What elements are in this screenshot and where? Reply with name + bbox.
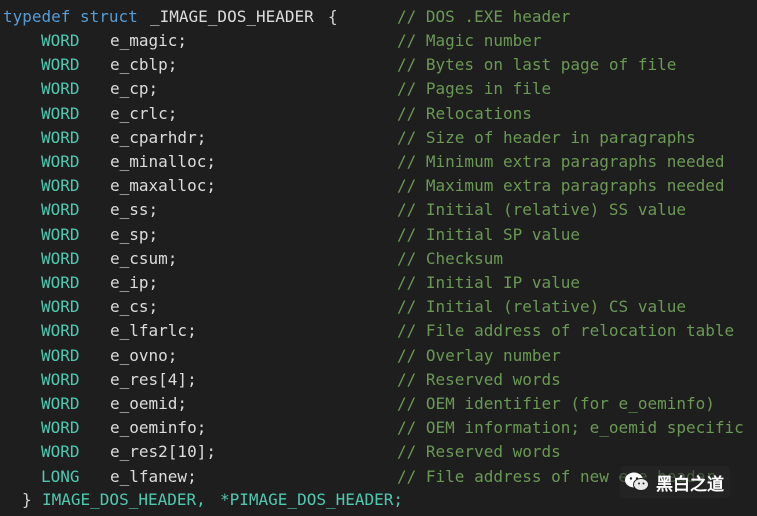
field-type: WORD — [41, 273, 80, 292]
field-comment: // Reserved words — [397, 369, 561, 389]
field-type: WORD — [41, 127, 80, 147]
field-type: WORD — [41, 345, 80, 365]
field-name: e_minalloc; — [110, 152, 216, 171]
field-comment: // Initial (relative) SS value — [397, 200, 686, 220]
struct-keyword: struct — [80, 7, 138, 26]
field-name: e_lfarlc; — [110, 321, 197, 341]
field-comment: // Reserved words — [397, 442, 561, 462]
code-line-field: WORD e_oeminfo; // OEM information; e_oemi… — [0, 416, 757, 440]
code-line-field: WORD e_lfarlc; // File address of relocati… — [0, 319, 757, 343]
struct-name: _IMAGE_DOS_HEADER — [150, 7, 314, 26]
code-line-field: WORD e_oemid; // OEM identifier (for e_oem… — [0, 392, 757, 416]
field-type: WORD — [41, 103, 80, 123]
code-line-field: WORD e_cs; // Initial (relative) CS value — [0, 295, 757, 319]
close-brace: } — [22, 490, 32, 509]
field-type: WORD — [41, 248, 80, 268]
field-comment: // Size of header in paragraphs — [397, 127, 696, 147]
field-type: WORD — [41, 369, 80, 389]
field-type: WORD — [41, 442, 80, 462]
field-name: e_ip; — [110, 273, 159, 292]
code-line-header: typedef struct _IMAGE_DOS_HEADER { // DO… — [0, 5, 757, 29]
field-name: e_crlc; — [110, 103, 178, 123]
field-type: WORD — [41, 79, 80, 99]
field-name: e_ovno; — [110, 345, 178, 365]
field-type: WORD — [41, 176, 80, 196]
field-comment: // Overlay number — [397, 345, 561, 365]
field-name: e_magic; — [110, 31, 188, 50]
code-line-field: WORD e_cp; // Pages in file — [0, 77, 757, 101]
watermark-text: 黑白之道 — [656, 474, 724, 495]
field-type: WORD — [41, 418, 80, 438]
wechat-icon — [625, 472, 649, 491]
field-comment: // Checksum — [397, 248, 503, 268]
code-line-field: WORD e_ss; // Initial (relative) SS value — [0, 198, 757, 222]
watermark: 黑白之道 — [620, 466, 730, 498]
field-name: e_res[4]; — [110, 369, 197, 389]
field-name: e_cblp; — [110, 55, 178, 75]
code-line-field: WORD e_cparhdr; // Size of header in parag… — [0, 126, 757, 150]
code-line-field: WORD e_ip; // Initial IP value — [0, 271, 757, 295]
code-line-field: WORD e_minalloc; // Minimum extra paragrap… — [0, 150, 757, 174]
field-comment: // Initial IP value — [397, 273, 581, 292]
code-line-field: WORD e_res[4]; // Reserved words — [0, 368, 757, 392]
pointer-typedef-name: *PIMAGE_DOS_HEADER; — [220, 490, 404, 509]
code-line-field: WORD e_sp; // Initial SP value — [0, 223, 757, 247]
typedef-name: IMAGE_DOS_HEADER, — [42, 490, 206, 509]
field-comment: // Bytes on last page of file — [397, 55, 677, 75]
field-name: e_cp; — [110, 79, 159, 99]
field-type: WORD — [41, 321, 80, 341]
field-name: e_oeminfo; — [110, 418, 207, 438]
field-type: WORD — [41, 31, 80, 50]
code-line-field: WORD e_magic; // Magic number — [0, 29, 757, 53]
field-comment: // Magic number — [397, 31, 542, 50]
code-line-field: WORD e_res2[10]; // Reserved words — [0, 440, 757, 464]
field-comment: // Pages in file — [397, 79, 552, 99]
code-line-field: WORD e_maxalloc; // Maximum extra paragrap… — [0, 174, 757, 198]
field-comment: // OEM information; e_oemid specific — [397, 418, 744, 438]
code-line-field: WORD e_cblp; // Bytes on last page of file — [0, 53, 757, 77]
field-name: e_res2[10]; — [110, 442, 216, 462]
code-line-field: WORD e_crlc; // Relocations — [0, 102, 757, 126]
field-type: WORD — [41, 224, 80, 244]
code-line-field: WORD e_ovno; // Overlay number — [0, 344, 757, 368]
field-name: e_oemid; — [110, 394, 188, 413]
field-type: WORD — [41, 152, 80, 171]
field-name: e_csum; — [110, 248, 178, 268]
field-comment: // Relocations — [397, 103, 532, 123]
field-type: WORD — [41, 55, 80, 75]
field-type: LONG — [41, 466, 80, 486]
field-name: e_sp; — [110, 224, 159, 244]
field-comment: // Maximum extra paragraphs needed — [397, 176, 725, 196]
header-comment: // DOS .EXE header — [397, 7, 571, 26]
field-type: WORD — [41, 394, 80, 413]
field-name: e_lfanew; — [110, 466, 197, 486]
typedef-keyword: typedef — [3, 7, 71, 26]
code-editor: typedef struct _IMAGE_DOS_HEADER { // DO… — [0, 0, 757, 516]
field-comment: // Initial SP value — [397, 224, 581, 244]
open-brace: { — [328, 7, 338, 26]
field-comment: // Minimum extra paragraphs needed — [397, 152, 725, 171]
code-line-field: WORD e_csum; // Checksum — [0, 247, 757, 271]
field-comment: // OEM identifier (for e_oeminfo) — [397, 394, 715, 413]
field-type: WORD — [41, 297, 80, 317]
field-name: e_ss; — [110, 200, 159, 220]
field-name: e_maxalloc; — [110, 176, 216, 196]
field-name: e_cs; — [110, 297, 159, 317]
field-name: e_cparhdr; — [110, 127, 207, 147]
field-comment: // Initial (relative) CS value — [397, 297, 686, 317]
field-comment: // File address of relocation table — [397, 321, 735, 341]
field-type: WORD — [41, 200, 80, 220]
